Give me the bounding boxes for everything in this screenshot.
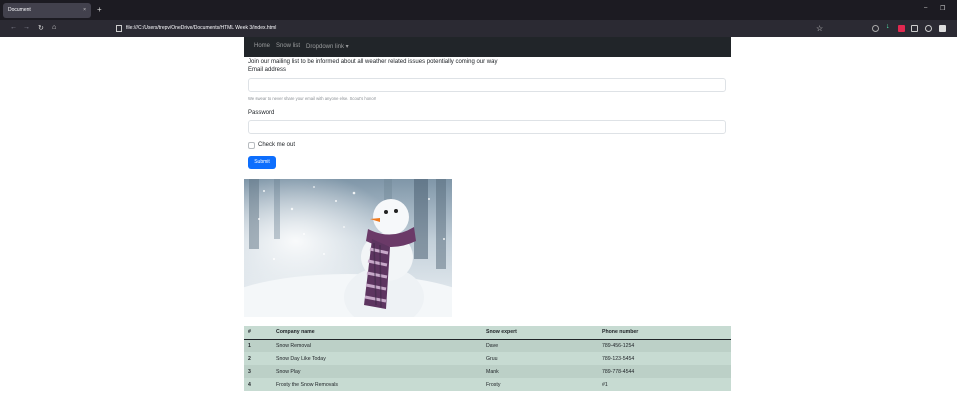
column-header: Phone number: [598, 326, 731, 340]
nav-snow-list[interactable]: Snow list: [276, 43, 300, 49]
table-cell: 3: [248, 368, 251, 375]
url-bar[interactable]: file:///C:/Users/trepv/OneDrive/Document…: [110, 22, 830, 35]
browser-toolbar: ← → ↻ ⌂ file:///C:/Users/trepv/OneDrive/…: [0, 20, 957, 37]
table-cell: 789-123-5454: [602, 355, 635, 362]
table-row: 3 Snow Play Mank 789-778-4544: [244, 365, 731, 378]
table-cell: 789-456-1254: [602, 342, 635, 349]
extension-icon[interactable]: [925, 25, 932, 32]
browser-tab-bar: Document × + – ❐: [0, 0, 957, 20]
table-cell: 4: [248, 381, 251, 388]
restore-icon[interactable]: ❐: [940, 5, 945, 12]
table-row: 2 Snow Day Like Today Gruu 789-123-5454: [244, 352, 731, 365]
menu-icon[interactable]: [939, 25, 946, 32]
table-cell: 2: [248, 355, 251, 362]
table-row: 4 Frosty the Snow Removals Frosty #1: [244, 378, 731, 391]
extension-icon[interactable]: [898, 25, 905, 32]
column-header: Company name: [272, 326, 482, 340]
table-header-row: # Company name Snow expert Phone number: [244, 326, 731, 340]
shield-icon[interactable]: [872, 25, 879, 32]
check-me-out-label: Check me out: [258, 142, 296, 148]
table-cell: Frosty the Snow Removals: [276, 381, 338, 388]
email-field[interactable]: [248, 78, 726, 92]
table-cell: Dave: [486, 342, 499, 349]
table-cell: Snow Play: [276, 368, 301, 375]
column-header: Snow expert: [482, 326, 598, 340]
tab-title: Document: [8, 7, 31, 13]
table-cell: Snow Removal: [276, 342, 311, 349]
mailing-list-intro: Join our mailing list to be informed abo…: [248, 59, 498, 65]
download-icon[interactable]: ↓: [886, 23, 893, 30]
bookmark-star-icon[interactable]: ☆: [816, 24, 823, 33]
url-text: file:///C:/Users/trepv/OneDrive/Document…: [126, 25, 277, 31]
table-cell: Frosty: [486, 381, 501, 388]
browser-tab[interactable]: Document ×: [3, 3, 91, 18]
home-icon[interactable]: ⌂: [52, 24, 56, 31]
password-field[interactable]: [248, 120, 726, 134]
snow-companies-table: # Company name Snow expert Phone number …: [244, 326, 731, 391]
email-label: Email address: [248, 67, 287, 73]
column-header: #: [244, 326, 272, 340]
site-navbar: Home Snow list Dropdown link ▾: [244, 37, 731, 57]
minimize-icon[interactable]: –: [924, 5, 927, 11]
table-cell: Mank: [486, 368, 499, 375]
snowman-photo: [244, 179, 452, 317]
submit-button[interactable]: Submit: [248, 156, 276, 169]
page-icon: [116, 25, 122, 32]
reload-icon[interactable]: ↻: [38, 24, 44, 32]
snowman-image: [244, 179, 452, 317]
table-cell: #1: [602, 381, 608, 388]
tab-close-icon[interactable]: ×: [83, 7, 86, 13]
password-label: Password: [248, 110, 275, 116]
table-cell: 789-778-4544: [602, 368, 635, 375]
nav-home[interactable]: Home: [254, 43, 270, 49]
extension-icon[interactable]: [911, 25, 918, 32]
email-help-text: We swear to never share your email with …: [248, 96, 377, 101]
back-icon[interactable]: ←: [10, 24, 17, 31]
new-tab-icon[interactable]: +: [97, 5, 102, 14]
table-cell: Gruu: [486, 355, 498, 362]
nav-dropdown-link[interactable]: Dropdown link ▾: [306, 43, 349, 50]
table-row: 1 Snow Removal Dave 789-456-1254: [244, 339, 731, 352]
table-cell: 1: [248, 342, 251, 349]
table-cell: Snow Day Like Today: [276, 355, 326, 362]
forward-icon[interactable]: →: [23, 24, 30, 31]
check-me-out-checkbox[interactable]: [248, 142, 255, 149]
